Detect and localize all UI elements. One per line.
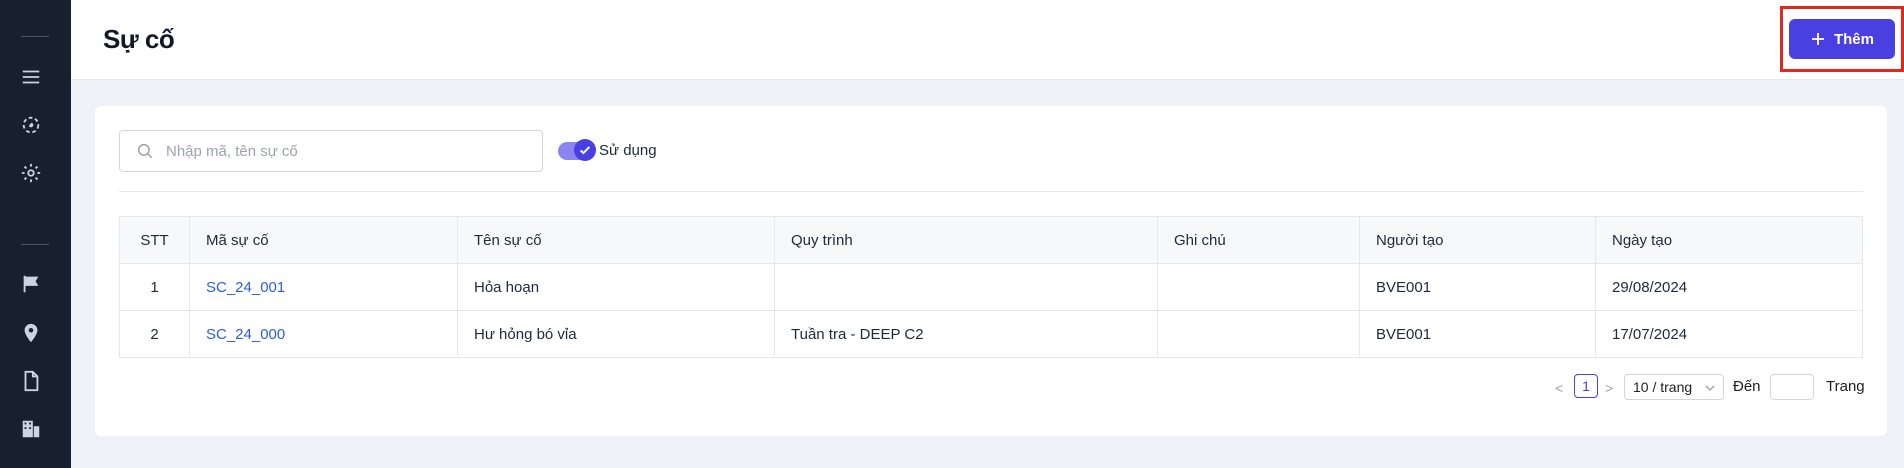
cell-date: 17/07/2024 <box>1595 310 1863 358</box>
prev-page-button[interactable]: < <box>1555 380 1563 396</box>
search-box[interactable] <box>119 130 543 172</box>
incident-table: STT Mã sự cố Tên sự cố Quy trình Ghi chú… <box>119 216 1863 358</box>
toggle-knob <box>574 139 596 161</box>
cell-stt: 2 <box>119 310 190 358</box>
search-input[interactable] <box>166 142 526 160</box>
cell-process: Tuần tra - DEEP C2 <box>774 310 1158 358</box>
page-label: Trang <box>1826 378 1865 395</box>
page-title: Sự cố <box>103 24 175 54</box>
column-header[interactable]: Quy trình <box>774 216 1158 264</box>
column-header[interactable]: Ngày tạo <box>1595 216 1863 264</box>
add-button[interactable]: Thêm <box>1789 19 1895 59</box>
table-row[interactable]: 1 SC_24_001 Hỏa hoạn BVE001 29/08/2024 <box>119 263 1863 311</box>
table-header-row: STT Mã sự cố Tên sự cố Quy trình Ghi chú… <box>119 216 1863 264</box>
column-header[interactable]: Tên sự cố <box>457 216 775 264</box>
page-size-select[interactable]: 10 / trang <box>1624 374 1724 400</box>
cell-process <box>774 263 1158 311</box>
document-icon[interactable] <box>20 370 42 392</box>
cell-stt: 1 <box>119 263 190 311</box>
add-button-label: Thêm <box>1833 30 1874 48</box>
cell-date: 29/08/2024 <box>1595 263 1863 311</box>
page-header: Sự cố Thêm <box>71 0 1904 80</box>
sidebar <box>0 0 71 468</box>
column-header[interactable]: STT <box>119 216 190 264</box>
column-header[interactable]: Mã sự cố <box>189 216 458 264</box>
location-icon[interactable] <box>20 322 42 344</box>
cell-name: Hư hỏng bó vỉa <box>457 310 775 358</box>
sidebar-divider <box>21 36 49 37</box>
incident-code-link[interactable]: SC_24_001 <box>206 279 285 296</box>
search-icon <box>137 143 153 159</box>
menu-icon[interactable] <box>20 66 42 88</box>
cell-name: Hỏa hoạn <box>457 263 775 311</box>
goto-page-input[interactable] <box>1770 374 1814 400</box>
toggle-label: Sử dụng <box>599 142 657 159</box>
flag-icon[interactable] <box>20 273 42 295</box>
check-icon <box>579 146 591 155</box>
plus-icon <box>1811 33 1824 45</box>
cell-note <box>1157 263 1360 311</box>
table-row[interactable]: 2 SC_24_000 Hư hỏng bó vỉa Tuần tra - DE… <box>119 310 1863 358</box>
settings-icon[interactable] <box>20 162 42 184</box>
active-toggle[interactable] <box>558 139 596 161</box>
column-header[interactable]: Ghi chú <box>1157 216 1360 264</box>
goto-label: Đến <box>1733 378 1761 395</box>
cell-note <box>1157 310 1360 358</box>
dashboard-icon[interactable] <box>20 114 42 136</box>
cell-code: SC_24_001 <box>189 263 458 311</box>
next-page-button[interactable]: > <box>1605 380 1613 396</box>
chevron-down-icon <box>1705 385 1715 391</box>
page-number-button[interactable]: 1 <box>1574 374 1598 398</box>
divider <box>119 191 1863 192</box>
cell-code: SC_24_000 <box>189 310 458 358</box>
cell-creator: BVE001 <box>1359 263 1596 311</box>
column-header[interactable]: Người tạo <box>1359 216 1596 264</box>
cell-creator: BVE001 <box>1359 310 1596 358</box>
building-icon[interactable] <box>20 418 42 440</box>
content-card: Sử dụng STT Mã sự cố Tên sự cố Quy trình… <box>95 106 1887 436</box>
page-size-value: 10 / trang <box>1633 379 1693 395</box>
sidebar-divider <box>21 244 49 245</box>
incident-code-link[interactable]: SC_24_000 <box>206 326 285 343</box>
